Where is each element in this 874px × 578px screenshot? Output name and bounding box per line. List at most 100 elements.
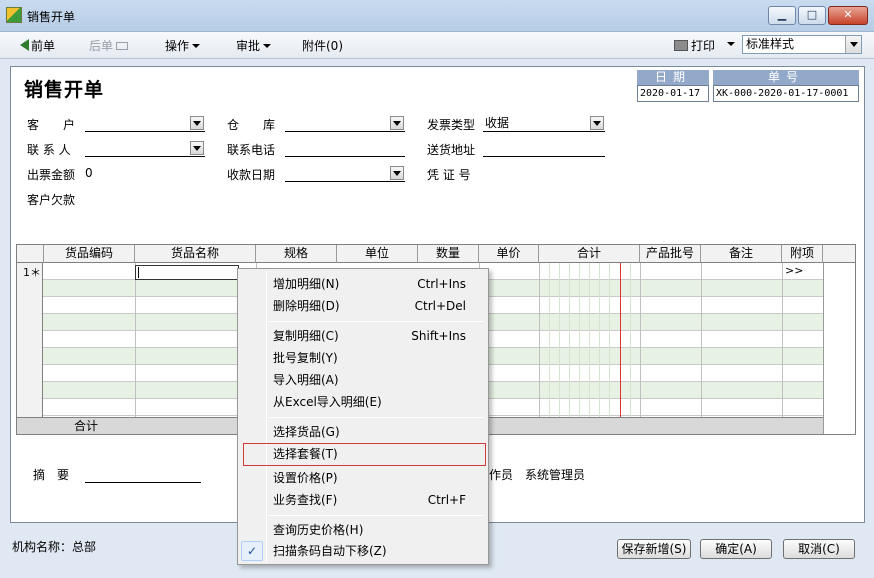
arrow-right-icon	[116, 42, 129, 50]
grid-line	[630, 263, 631, 434]
col-spec[interactable]: 规格	[256, 245, 337, 263]
approve-menu[interactable]: 审批	[236, 37, 272, 54]
approve-label: 审批	[236, 39, 261, 53]
warehouse-label: 仓 库	[227, 118, 276, 132]
menu-item-label: 扫描条码自动下移(Z)	[273, 544, 387, 558]
save-new-button[interactable]: 保存新增(S)	[617, 539, 691, 559]
menu-item-label: 选择货品(G)	[273, 425, 340, 439]
operate-label: 操作	[165, 39, 190, 53]
menu-item-delete-detail[interactable]: 删除明细(D) Ctrl+Del	[240, 296, 486, 316]
print-button[interactable]: 打印	[674, 37, 715, 54]
menu-item-import-detail[interactable]: 导入明细(A)	[240, 370, 486, 390]
voucher-no-label: 凭 证 号	[427, 168, 471, 182]
operator-label: 作员	[489, 468, 514, 482]
col-item-code[interactable]: 货品编码	[44, 245, 135, 263]
print-label: 打印	[691, 39, 716, 53]
customer-combo[interactable]	[85, 115, 205, 132]
menu-item-label: 导入明细(A)	[273, 373, 339, 387]
chevron-down-icon[interactable]	[590, 116, 604, 130]
operate-menu[interactable]: 操作	[165, 37, 201, 54]
attach-button[interactable]: 附件(0)	[302, 37, 343, 54]
menu-item-batch-copy[interactable]: 批号复制(Y)	[240, 348, 486, 368]
prev-button[interactable]: 前单	[20, 37, 55, 54]
col-extra[interactable]: 附项	[782, 245, 823, 263]
phone-input[interactable]	[285, 140, 405, 157]
print-options-dropdown[interactable]	[724, 37, 735, 51]
chevron-down-icon[interactable]	[190, 116, 204, 130]
chevron-down-icon[interactable]	[390, 116, 404, 130]
doc-no-field[interactable]: XK-000-2020-01-17-0001	[713, 85, 859, 102]
col-note[interactable]: 备注	[701, 245, 782, 263]
menu-item-scan-auto-next[interactable]: ✓ 扫描条码自动下移(Z)	[240, 541, 486, 561]
chevron-down-icon[interactable]	[845, 36, 861, 53]
title-bar: 销售开单 ▁ □ ✕	[0, 0, 874, 32]
col-qty[interactable]: 数量	[418, 245, 479, 263]
maximize-button[interactable]: □	[798, 6, 826, 25]
menu-separator	[269, 417, 484, 418]
close-button[interactable]: ✕	[828, 6, 868, 25]
menu-item-shortcut: Ctrl+Ins	[417, 277, 466, 291]
menu-item-set-price[interactable]: 设置价格(P)	[240, 468, 486, 488]
menu-item-copy-detail[interactable]: 复制明细(C) Shift+Ins	[240, 326, 486, 346]
grid-line	[135, 263, 136, 417]
invoice-amount-value: 0	[85, 166, 93, 180]
menu-item-import-excel[interactable]: 从Excel导入明细(E)	[240, 392, 486, 412]
contact-label: 联 系 人	[27, 143, 71, 157]
grid-line	[823, 263, 824, 434]
col-unit[interactable]: 单位	[337, 245, 418, 263]
prev-label: 前单	[31, 39, 56, 53]
invoice-type-combo[interactable]: 收据	[483, 115, 605, 132]
menu-item-business-search[interactable]: 业务查找(F) Ctrl+F	[240, 490, 486, 510]
doc-no-box: 单号 XK-000-2020-01-17-0001	[713, 70, 859, 102]
menu-item-label: 设置价格(P)	[273, 471, 338, 485]
invoice-type-label: 发票类型	[427, 118, 476, 132]
cancel-button[interactable]: 取消(C)	[783, 539, 855, 559]
menu-item-select-package[interactable]: 选择套餐(T)	[243, 443, 486, 466]
arrow-left-icon	[20, 39, 29, 51]
phone-label: 联系电话	[227, 143, 276, 157]
confirm-button[interactable]: 确定(A)	[700, 539, 772, 559]
memo-label: 摘 要	[33, 468, 70, 482]
next-button[interactable]: 后单	[89, 37, 129, 54]
menu-item-select-goods[interactable]: 选择货品(G)	[240, 422, 486, 442]
ship-address-input[interactable]	[483, 140, 605, 157]
receive-date-combo[interactable]	[285, 165, 405, 182]
item-name-edit[interactable]	[135, 265, 239, 280]
print-style-select[interactable]: 标准样式	[742, 35, 862, 54]
menu-item-shortcut: Ctrl+F	[427, 493, 466, 507]
contact-combo[interactable]	[85, 140, 205, 157]
invoice-amount-label: 出票金额	[27, 168, 76, 182]
menu-item-label: 选择套餐(T)	[273, 447, 338, 461]
receive-date-label: 收款日期	[227, 168, 276, 182]
col-total[interactable]: 合计	[539, 245, 640, 263]
grid-line	[589, 263, 590, 434]
row-extra-marker[interactable]: >>	[785, 264, 803, 277]
col-batch[interactable]: 产品批号	[640, 245, 701, 263]
context-menu: 增加明细(N) Ctrl+Ins 删除明细(D) Ctrl+Del 复制明细(C) S…	[237, 268, 489, 565]
menu-item-price-history[interactable]: 查询历史价格(H)	[240, 520, 486, 540]
grid-header: 货品编码 货品名称 规格 单位 数量 单价 合计 产品批号 备注 附项	[17, 245, 855, 263]
chevron-down-icon[interactable]	[390, 166, 404, 180]
menu-item-add-detail[interactable]: 增加明细(N) Ctrl+Ins	[240, 274, 486, 294]
grid-line	[599, 263, 600, 434]
chevron-down-icon[interactable]	[190, 141, 204, 155]
col-item-name[interactable]: 货品名称	[135, 245, 256, 263]
operator-value: 系统管理员	[525, 468, 586, 482]
minimize-button[interactable]: ▁	[768, 6, 796, 25]
row-header-column	[17, 263, 43, 417]
doc-no-caption: 单号	[713, 70, 859, 85]
date-box: 日期 2020-01-17	[637, 70, 709, 102]
grid-line	[549, 263, 550, 434]
col-price[interactable]: 单价	[479, 245, 539, 263]
grid-line	[559, 263, 560, 434]
caret-down-icon	[192, 44, 201, 48]
printer-icon	[674, 40, 688, 51]
checkmark-icon: ✓	[241, 541, 263, 561]
toolbar: 前单 后单 操作 审批 附件(0) 打印 标准样式	[0, 32, 874, 59]
menu-item-label: 删除明细(D)	[273, 299, 340, 313]
menu-item-shortcut: Ctrl+Del	[414, 299, 466, 313]
grid-line	[579, 263, 580, 434]
date-field[interactable]: 2020-01-17	[637, 85, 709, 102]
warehouse-combo[interactable]	[285, 115, 405, 132]
memo-input[interactable]	[85, 466, 201, 483]
